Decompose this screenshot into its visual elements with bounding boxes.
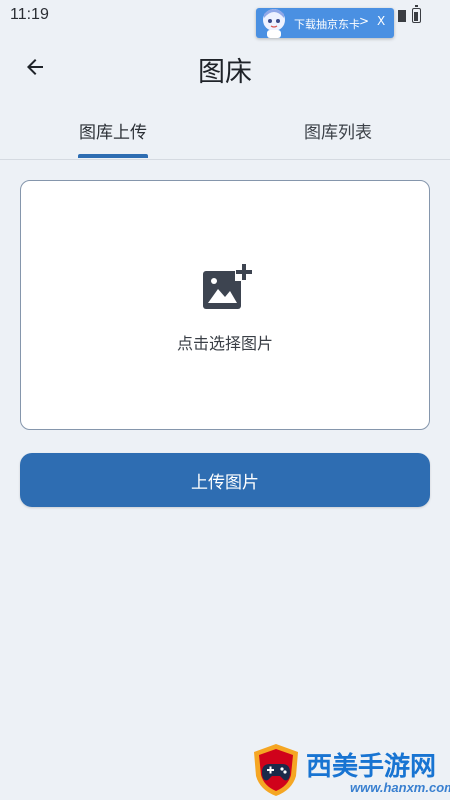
tab-bar: 图库上传 图库列表 [0, 108, 450, 160]
mascot-icon [263, 9, 285, 38]
status-time: 11:19 [10, 6, 49, 23]
ad-banner[interactable]: 下载抽京东卡 > X [256, 8, 394, 38]
watermark-url: www.hanxm.com [350, 780, 450, 795]
gamepad-shield-icon [254, 744, 298, 796]
status-bar: 11:19 下载抽京东卡 > X [0, 0, 450, 38]
page-title: 图床 [198, 57, 252, 88]
image-picker-card[interactable]: 点击选择图片 [20, 180, 430, 430]
tab-indicator [78, 154, 148, 158]
signal-icon [398, 10, 406, 22]
add-photo-icon [203, 263, 253, 309]
ad-close-icon[interactable]: X [377, 14, 385, 28]
watermark: 西美手游网 www.hanxm.com [248, 738, 450, 798]
app-bar: 图床 [0, 40, 450, 94]
picker-label: 点击选择图片 [176, 334, 273, 353]
ad-text: 下载抽京东卡 [294, 18, 360, 31]
ad-arrow-icon: > [359, 14, 370, 28]
tab-gallery-upload[interactable]: 图库上传 [60, 108, 166, 159]
battery-icon [412, 5, 421, 23]
upload-image-button[interactable]: 上传图片 [20, 453, 430, 507]
tab-gallery-list[interactable]: 图库列表 [285, 108, 391, 159]
watermark-text: 西美手游网 [306, 752, 437, 782]
